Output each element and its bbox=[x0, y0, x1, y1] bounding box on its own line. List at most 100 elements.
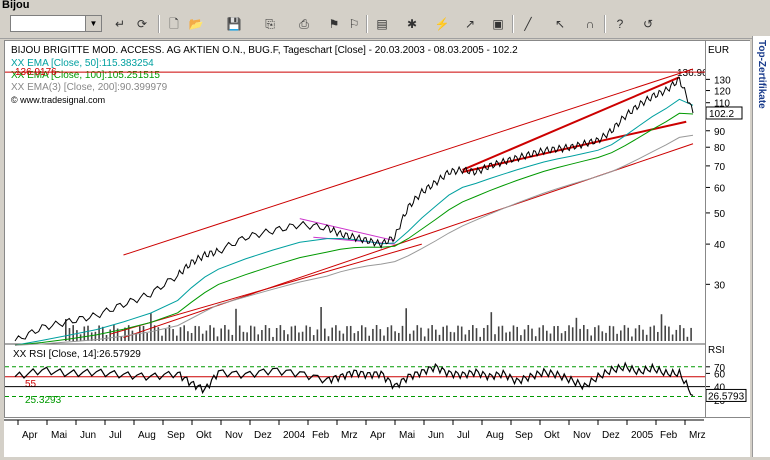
volume-bar bbox=[172, 329, 174, 341]
toolbar-separator bbox=[512, 15, 514, 33]
volume-bar bbox=[338, 330, 341, 341]
rsi-tick-label: 70 bbox=[714, 363, 726, 374]
volume-bar bbox=[179, 327, 182, 341]
volume-bar bbox=[253, 326, 256, 341]
volume-bar bbox=[516, 326, 518, 341]
volume-bar bbox=[520, 335, 522, 341]
volume-bar bbox=[594, 327, 596, 341]
volume-bar bbox=[483, 327, 485, 341]
flag-right-icon[interactable]: ⚐ bbox=[346, 16, 362, 32]
properties-icon[interactable]: ▣ bbox=[490, 16, 506, 32]
volume-bar bbox=[157, 327, 160, 341]
month-label: Aug bbox=[138, 430, 156, 441]
chart-panel[interactable]: BIJOU BRIGITTE MOD. ACCESS. AG AKTIEN O.… bbox=[4, 40, 708, 418]
volume-bar bbox=[394, 331, 396, 341]
volume-bar bbox=[109, 329, 111, 341]
volume-bar bbox=[605, 332, 607, 341]
volume-bar bbox=[390, 325, 393, 341]
chevron-down-icon[interactable]: ▼ bbox=[85, 16, 101, 31]
month-label: Aug bbox=[486, 430, 504, 441]
volume-bar bbox=[671, 334, 674, 341]
indicator-icon[interactable]: ✱ bbox=[404, 16, 420, 32]
volume-bar bbox=[120, 336, 123, 341]
side-tab[interactable]: Top-Zertifikate bbox=[752, 36, 770, 457]
volume-bar bbox=[227, 329, 230, 341]
volume-bar bbox=[335, 325, 337, 341]
volume-bar bbox=[320, 307, 322, 341]
volume-bar bbox=[264, 325, 267, 341]
volume-bar bbox=[279, 325, 282, 341]
print-icon[interactable]: ⎙ bbox=[296, 16, 312, 32]
volume-bar bbox=[301, 331, 304, 341]
volume-bar bbox=[183, 325, 185, 341]
flag-left-icon[interactable]: ⚑ bbox=[326, 16, 342, 32]
volume-bar bbox=[98, 325, 100, 341]
chart-type-icon[interactable]: ▤ bbox=[374, 16, 390, 32]
toolbar-separator bbox=[158, 15, 160, 33]
price-tick-label: 50 bbox=[714, 209, 726, 220]
volume-bar bbox=[379, 329, 382, 341]
volume-bar bbox=[690, 327, 692, 341]
help-icon[interactable]: ? bbox=[612, 16, 628, 32]
legend-ema-200: XX EMA(3) [Close, 200]:90.399979 bbox=[11, 82, 168, 93]
line-tool-icon[interactable]: ╱ bbox=[520, 16, 536, 32]
volume-bar bbox=[235, 308, 237, 341]
month-label: Nov bbox=[573, 430, 591, 441]
volume-bar bbox=[538, 327, 541, 341]
volume-bar bbox=[416, 325, 419, 341]
volume-bar bbox=[135, 333, 137, 341]
volume-bar bbox=[616, 333, 618, 341]
window-title: Bijou bbox=[2, 0, 30, 11]
save-icon[interactable]: 💾 bbox=[226, 16, 242, 32]
volume-bar bbox=[164, 328, 167, 341]
volume-bar bbox=[460, 326, 463, 341]
symbol-combo[interactable]: ▼ bbox=[10, 15, 102, 32]
volume-bar bbox=[490, 312, 493, 341]
open-folder-icon[interactable]: 📂 bbox=[188, 16, 204, 32]
volume-bar bbox=[601, 331, 604, 341]
volume-bar bbox=[423, 336, 426, 341]
volume-bar bbox=[634, 328, 637, 341]
cursor-icon[interactable]: ↖ bbox=[552, 16, 568, 32]
month-label: Apr bbox=[370, 430, 386, 441]
pointer-icon[interactable]: ↵ bbox=[112, 16, 128, 32]
rsi-line bbox=[14, 361, 694, 396]
volume-bar bbox=[331, 327, 333, 341]
undo-icon[interactable]: ↺ bbox=[640, 16, 656, 32]
volume-bar bbox=[542, 325, 544, 341]
copy-icon[interactable]: ⎘ bbox=[262, 16, 278, 32]
volume-bar bbox=[464, 334, 467, 341]
trend-icon[interactable]: ↗ bbox=[462, 16, 478, 32]
volume-bar bbox=[420, 327, 422, 341]
magnet-icon[interactable]: ∩ bbox=[582, 16, 598, 32]
month-label: Jul bbox=[457, 430, 470, 441]
volume-bar bbox=[401, 325, 404, 341]
refresh-icon[interactable]: ⟳ bbox=[134, 16, 150, 32]
rsi-axis-label: RSI bbox=[708, 345, 725, 356]
volume-bar bbox=[246, 332, 248, 341]
volume-bar bbox=[568, 325, 570, 341]
volume-bar bbox=[546, 330, 548, 341]
strategy-icon[interactable]: ⚡ bbox=[434, 16, 450, 32]
volume-bar bbox=[405, 308, 407, 341]
volume-bar bbox=[497, 326, 500, 341]
volume-bar bbox=[250, 325, 252, 341]
volume-bar bbox=[608, 325, 611, 341]
volume-bar bbox=[571, 327, 574, 341]
volume-bar bbox=[290, 326, 293, 341]
volume-bar bbox=[261, 330, 263, 341]
volume-bar bbox=[409, 333, 411, 341]
volume-bar bbox=[357, 331, 359, 341]
channel-upper-line bbox=[123, 68, 694, 256]
price-chart[interactable]: BIJOU BRIGITTE MOD. ACCESS. AG AKTIEN O.… bbox=[5, 41, 708, 417]
price-tick-label: 70 bbox=[714, 162, 726, 173]
volume-bar bbox=[209, 325, 211, 341]
month-label: Apr bbox=[22, 430, 38, 441]
volume-bar bbox=[268, 328, 271, 341]
volume-bar bbox=[231, 334, 234, 341]
volume-bar bbox=[560, 333, 563, 341]
last-price-label: 102.2 bbox=[709, 109, 734, 120]
new-document-icon[interactable]: 🗋 bbox=[166, 16, 182, 32]
volume-bar bbox=[438, 334, 441, 341]
volume-bar bbox=[364, 327, 367, 341]
